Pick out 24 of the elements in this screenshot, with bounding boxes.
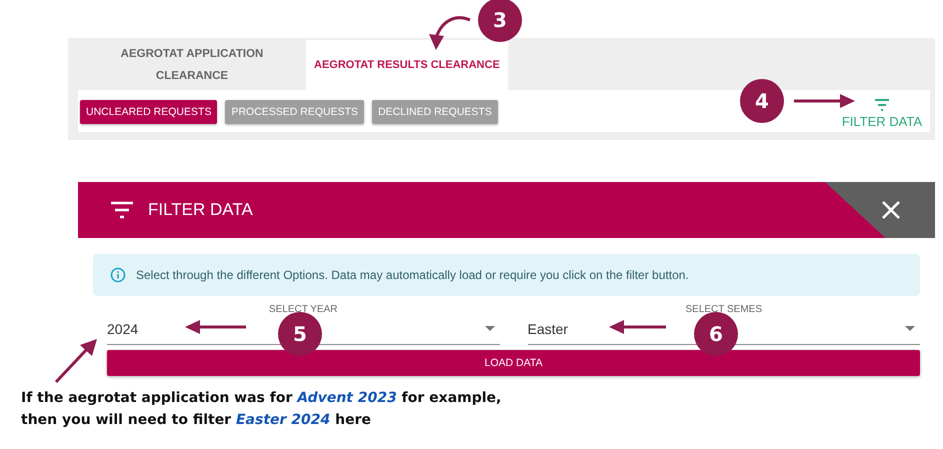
- arrow: [794, 93, 856, 109]
- field-label: SELECT YEAR: [268, 304, 338, 315]
- filter-icon: [872, 99, 891, 111]
- request-filter-button[interactable]: UNCLEARED REQUESTS: [80, 100, 218, 124]
- load-data-button[interactable]: LOAD DATA: [107, 350, 920, 376]
- step-badge: 5: [278, 312, 322, 356]
- arrow: [54, 338, 98, 384]
- tab[interactable]: AEGROTAT APPLICATION CLEARANCE: [78, 40, 306, 90]
- field-label: SELECT SEMES: [685, 304, 762, 315]
- info-text: Select through the different Options. Data may automatically load or require you click on the filter button.: [136, 268, 689, 282]
- curved-arrow: [426, 14, 472, 52]
- dropdown-icon: [905, 326, 915, 332]
- annotation-text: If the aegrotat application was for Advent 2023 for example, then you will need to filter Easter 2024 here: [21, 389, 502, 430]
- step-badge: 3: [478, 0, 522, 42]
- tab[interactable]: AEGROTAT RESULTS CLEARANCE: [306, 40, 508, 90]
- dropdown-icon: [484, 326, 494, 332]
- arrow: [184, 319, 246, 335]
- close-icon: [881, 200, 901, 220]
- info-icon: [110, 267, 126, 283]
- step-badge: 6: [694, 312, 738, 356]
- filter-icon: [110, 201, 134, 219]
- arrow: [608, 319, 666, 335]
- panel-title: FILTER DATA: [148, 200, 253, 220]
- close-button[interactable]: [825, 182, 935, 238]
